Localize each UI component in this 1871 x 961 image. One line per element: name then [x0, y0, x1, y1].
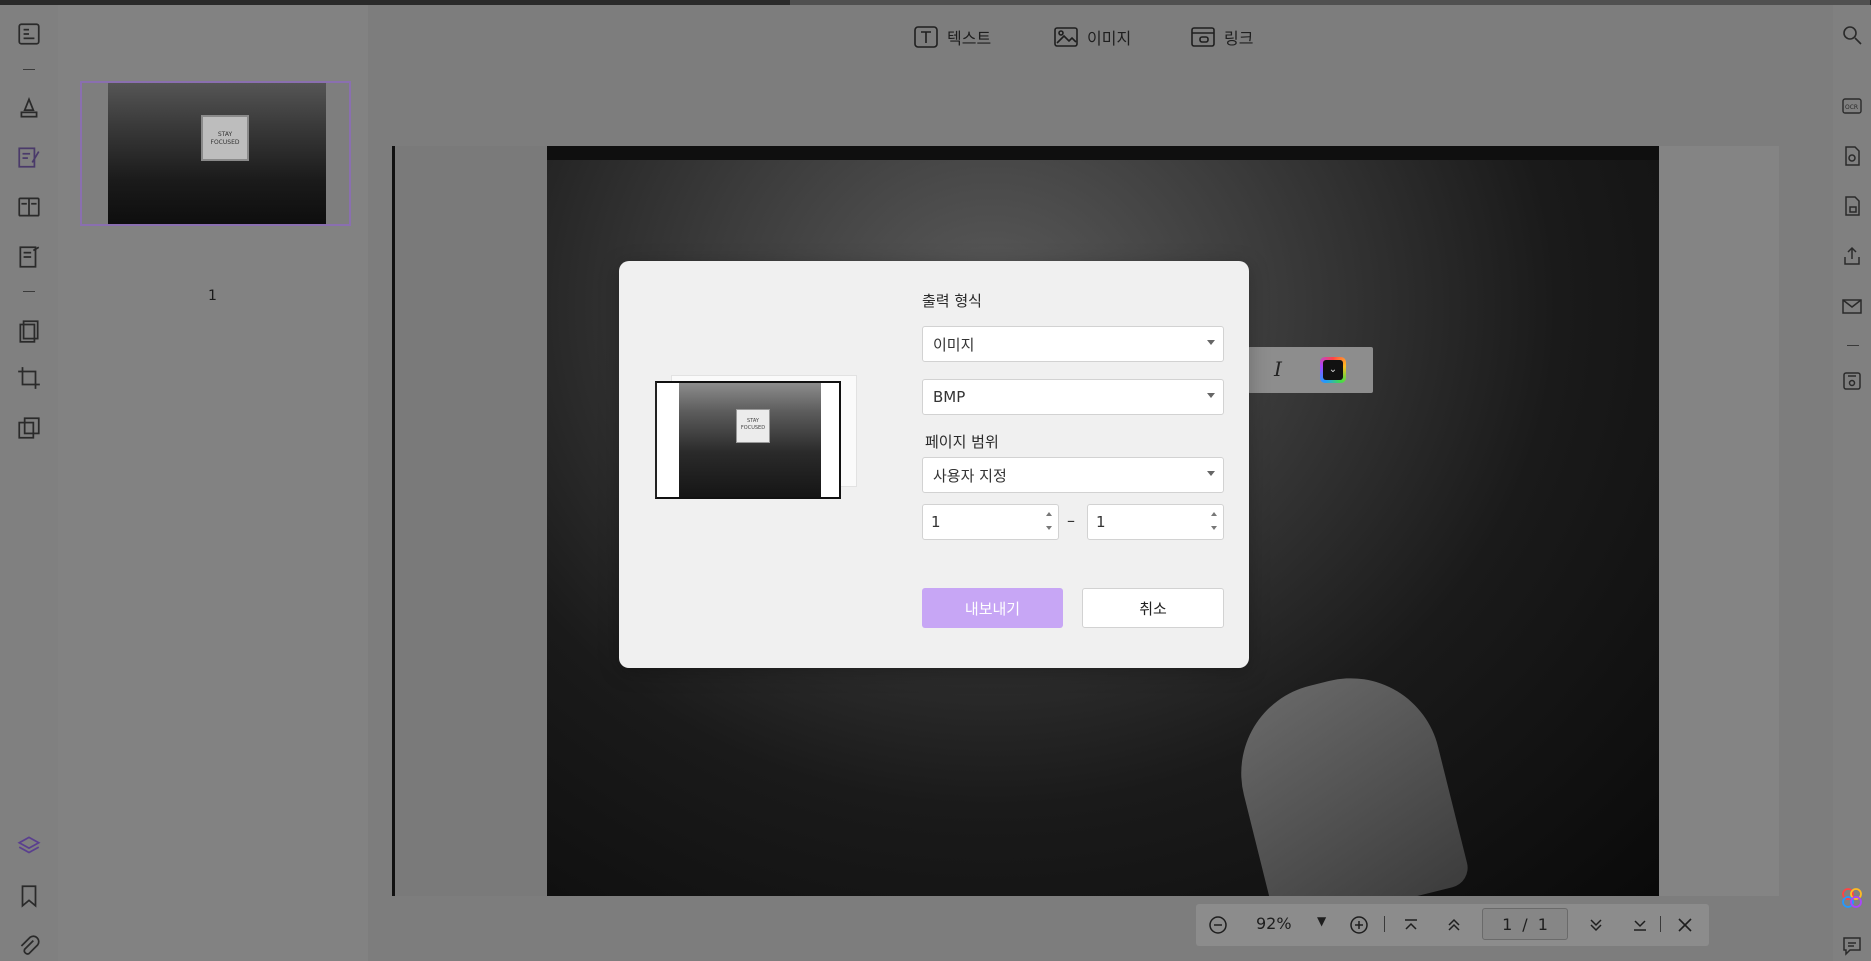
export-button[interactable]: 내보내기	[922, 588, 1063, 628]
decrement-icon[interactable]	[1046, 526, 1052, 530]
protect-pdf-icon[interactable]	[1839, 193, 1865, 219]
share-icon[interactable]	[1839, 243, 1865, 269]
zoom-dropdown-icon[interactable]: ▼	[1317, 914, 1326, 928]
current-page[interactable]: 1	[1502, 915, 1512, 934]
range-from-value: 1	[931, 513, 941, 531]
rail-separator	[23, 291, 35, 292]
chevron-down-icon	[1207, 393, 1215, 398]
italic-icon[interactable]: I	[1274, 357, 1282, 381]
range-to-stepper[interactable]: 1	[1087, 504, 1224, 540]
chevron-down-icon	[1207, 340, 1215, 345]
comments-icon[interactable]	[1839, 933, 1865, 959]
page-range-select[interactable]: 사용자 지정	[922, 457, 1224, 493]
rail-separator	[23, 69, 35, 70]
first-page-icon[interactable]	[1399, 913, 1423, 937]
add-image-button[interactable]: 이미지	[1053, 25, 1131, 49]
add-text-button[interactable]: 텍스트	[913, 25, 991, 49]
search-icon[interactable]	[1839, 22, 1865, 48]
chevron-down-icon	[1207, 471, 1215, 476]
output-format-label: 출력 형식	[922, 292, 982, 310]
rail-separator	[1847, 345, 1859, 346]
crop-icon[interactable]	[14, 363, 44, 393]
bookmark-icon[interactable]	[14, 881, 44, 911]
right-tool-rail: OCR	[1833, 5, 1871, 961]
layers-icon[interactable]	[14, 831, 44, 861]
thumbnail-page-number: 1	[208, 288, 217, 304]
compare-pages-icon[interactable]	[14, 413, 44, 443]
range-to-value: 1	[1096, 513, 1106, 531]
organize-pages-icon[interactable]	[14, 316, 44, 346]
increment-icon[interactable]	[1211, 512, 1217, 516]
page-thumbnail[interactable]: STAY FOCUSED	[80, 81, 351, 226]
next-page-icon[interactable]	[1584, 913, 1608, 937]
increment-icon[interactable]	[1046, 512, 1052, 516]
edit-toolbar: 텍스트 이미지 링크	[368, 5, 1833, 69]
text-tool-icon	[914, 26, 938, 48]
attachment-icon[interactable]	[14, 931, 44, 961]
text-format-toolbar: I ⌄	[1248, 347, 1373, 393]
save-icon[interactable]	[1839, 368, 1865, 394]
range-from-stepper[interactable]: 1	[922, 504, 1059, 540]
convert-pdf-icon[interactable]	[1839, 143, 1865, 169]
edit-pdf-icon[interactable]	[14, 142, 44, 172]
ocr-icon[interactable]: OCR	[1839, 93, 1865, 119]
page-range-value: 사용자 지정	[933, 466, 1007, 485]
page-indicator[interactable]: 1 / 1	[1482, 908, 1568, 940]
last-page-icon[interactable]	[1628, 913, 1652, 937]
image-tool-icon	[1054, 27, 1078, 47]
thumbnail-panel: STAY FOCUSED 1	[58, 5, 368, 961]
zoom-in-icon[interactable]	[1347, 913, 1371, 937]
range-separator: –	[1067, 511, 1075, 530]
add-text-label: 텍스트	[947, 29, 992, 48]
output-format-select[interactable]: 이미지	[922, 326, 1224, 362]
color-picker-icon[interactable]: ⌄	[1320, 357, 1346, 383]
export-dialog: STAY FOCUSED 출력 형식 이미지 BMP 페이지 범위 사용자 지정…	[619, 261, 1249, 668]
color-picker-chevron-icon: ⌄	[1323, 360, 1343, 380]
highlighter-icon[interactable]	[14, 93, 44, 123]
preview-front-page: STAY FOCUSED	[655, 381, 841, 499]
email-icon[interactable]	[1839, 293, 1865, 319]
reader-mode-icon[interactable]	[14, 19, 44, 49]
page-layout-icon[interactable]	[14, 192, 44, 222]
photo-hand	[1222, 659, 1472, 896]
left-tool-rail	[0, 5, 58, 961]
page-top-border	[392, 146, 1779, 160]
thumbnail-card-text: STAY FOCUSED	[201, 115, 249, 161]
form-fill-icon[interactable]	[14, 242, 44, 272]
image-type-value: BMP	[933, 388, 966, 406]
zoom-out-icon[interactable]	[1206, 913, 1230, 937]
ai-assistant-icon[interactable]	[1839, 885, 1865, 911]
decrement-icon[interactable]	[1211, 526, 1217, 530]
nav-divider	[1384, 916, 1385, 932]
total-pages: 1	[1537, 914, 1548, 934]
add-image-label: 이미지	[1087, 29, 1132, 48]
cancel-button[interactable]: 취소	[1082, 588, 1224, 628]
zoom-level[interactable]: 92%	[1256, 914, 1292, 933]
image-type-select[interactable]: BMP	[922, 379, 1224, 415]
previous-page-icon[interactable]	[1442, 913, 1466, 937]
page-range-label: 페이지 범위	[925, 433, 999, 451]
close-navigation-icon[interactable]	[1673, 913, 1697, 937]
thumbnail-image: STAY FOCUSED	[108, 83, 326, 224]
link-tool-icon	[1191, 27, 1215, 47]
page-navigation-bar: 92% ▼ 1 / 1	[1196, 904, 1709, 946]
output-format-value: 이미지	[933, 335, 975, 354]
add-link-label: 링크	[1224, 29, 1254, 48]
preview-photo: STAY FOCUSED	[679, 383, 821, 497]
preview-card-text: STAY FOCUSED	[736, 409, 770, 443]
svg-text:OCR: OCR	[1845, 104, 1858, 111]
nav-divider	[1660, 916, 1661, 932]
page-right-margin	[1659, 146, 1779, 896]
add-link-button[interactable]: 링크	[1190, 25, 1253, 49]
page-separator: /	[1522, 914, 1528, 934]
page-left-margin	[392, 146, 547, 896]
